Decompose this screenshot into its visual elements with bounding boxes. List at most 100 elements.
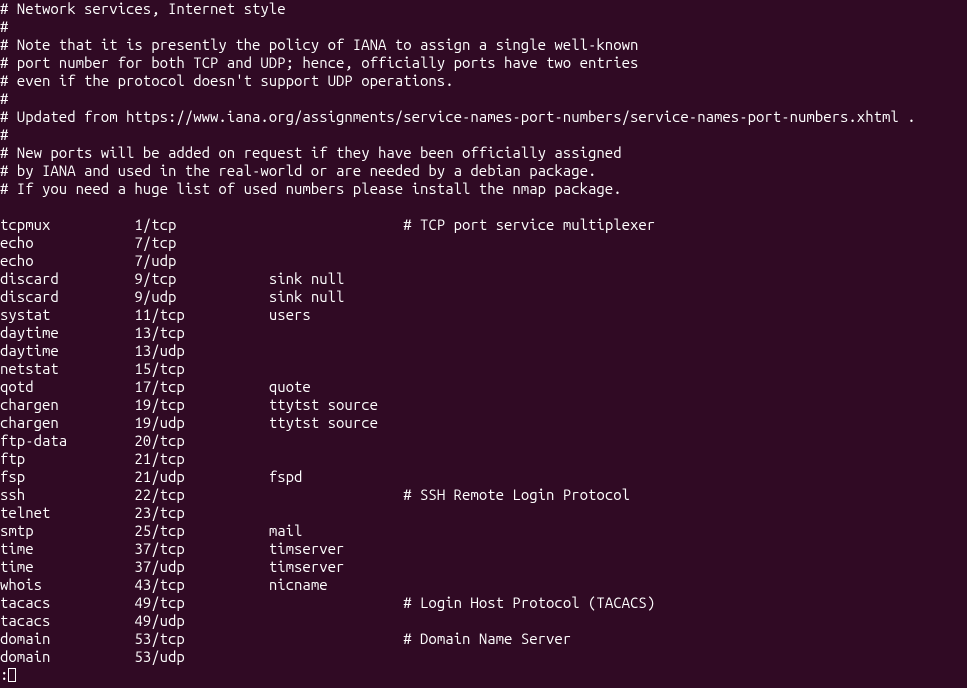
service-entry: systat 11/tcp users	[0, 306, 967, 324]
comment-line: # If you need a huge list of used number…	[0, 180, 967, 198]
service-aliases: nicname	[269, 576, 403, 593]
service-aliases	[269, 450, 403, 467]
service-port: 1/tcp	[134, 216, 268, 233]
service-name: domain	[0, 648, 134, 665]
service-entry: time 37/udp timserver	[0, 558, 967, 576]
service-aliases	[269, 342, 403, 359]
service-entry: fsp 21/udp fspd	[0, 468, 967, 486]
service-aliases: sink null	[269, 288, 403, 305]
service-entry: netstat 15/tcp	[0, 360, 967, 378]
service-name: time	[0, 558, 134, 575]
service-name: tacacs	[0, 612, 134, 629]
service-name: fsp	[0, 468, 134, 485]
service-port: 21/tcp	[134, 450, 268, 467]
service-name: qotd	[0, 378, 134, 395]
service-entry: tacacs 49/udp	[0, 612, 967, 630]
service-name: echo	[0, 234, 134, 251]
service-name: tcpmux	[0, 216, 134, 233]
service-name: whois	[0, 576, 134, 593]
comment-line	[0, 198, 967, 216]
service-aliases	[269, 234, 403, 251]
service-port: 23/tcp	[134, 504, 268, 521]
service-entry: echo 7/tcp	[0, 234, 967, 252]
service-aliases	[269, 360, 403, 377]
service-aliases: sink null	[269, 270, 403, 287]
service-name: ftp-data	[0, 432, 134, 449]
service-port: 53/tcp	[134, 630, 268, 647]
service-port: 7/udp	[134, 252, 268, 269]
service-name: discard	[0, 288, 134, 305]
service-port: 49/tcp	[134, 594, 268, 611]
pager-prompt[interactable]: :	[0, 666, 8, 684]
service-name: daytime	[0, 342, 134, 359]
service-entry: chargen 19/udp ttytst source	[0, 414, 967, 432]
service-entry: daytime 13/udp	[0, 342, 967, 360]
comment-line: # New ports will be added on request if …	[0, 144, 967, 162]
service-entry: ssh 22/tcp # SSH Remote Login Protocol	[0, 486, 967, 504]
service-entry: tcpmux 1/tcp # TCP port service multiple…	[0, 216, 967, 234]
service-comment: # SSH Remote Login Protocol	[403, 486, 630, 503]
service-port: 21/udp	[134, 468, 268, 485]
service-aliases	[269, 252, 403, 269]
comment-line: # even if the protocol doesn't support U…	[0, 72, 967, 90]
service-port: 9/tcp	[134, 270, 268, 287]
service-name: ftp	[0, 450, 134, 467]
service-name: domain	[0, 630, 134, 647]
pager-prompt-line[interactable]: :	[0, 666, 967, 684]
service-aliases: timserver	[269, 540, 403, 557]
service-aliases	[269, 324, 403, 341]
service-aliases	[269, 630, 403, 647]
service-entry: chargen 19/tcp ttytst source	[0, 396, 967, 414]
service-aliases	[269, 594, 403, 611]
service-aliases	[269, 648, 403, 665]
service-port: 7/tcp	[134, 234, 268, 251]
terminal-pager-view[interactable]: # Network services, Internet style## Not…	[0, 0, 967, 684]
service-name: chargen	[0, 414, 134, 431]
service-entry: discard 9/udp sink null	[0, 288, 967, 306]
service-entry: telnet 23/tcp	[0, 504, 967, 522]
service-entry: daytime 13/tcp	[0, 324, 967, 342]
comment-line: #	[0, 18, 967, 36]
comment-line: # by IANA and used in the real-world or …	[0, 162, 967, 180]
service-port: 9/udp	[134, 288, 268, 305]
service-entry: domain 53/udp	[0, 648, 967, 666]
service-port: 13/udp	[134, 342, 268, 359]
service-name: chargen	[0, 396, 134, 413]
service-comment: # Login Host Protocol (TACACS)	[403, 594, 655, 611]
service-aliases	[269, 216, 403, 233]
service-entry: ftp-data 20/tcp	[0, 432, 967, 450]
comment-line: # port number for both TCP and UDP; henc…	[0, 54, 967, 72]
service-entry: tacacs 49/tcp # Login Host Protocol (TAC…	[0, 594, 967, 612]
comment-line: #	[0, 126, 967, 144]
comment-line: # Network services, Internet style	[0, 0, 967, 18]
cursor	[8, 668, 16, 682]
service-port: 49/udp	[134, 612, 268, 629]
service-name: smtp	[0, 522, 134, 539]
service-entry: echo 7/udp	[0, 252, 967, 270]
service-port: 17/tcp	[134, 378, 268, 395]
service-name: telnet	[0, 504, 134, 521]
service-aliases: ttytst source	[269, 414, 403, 431]
service-aliases: timserver	[269, 558, 403, 575]
service-port: 19/tcp	[134, 396, 268, 413]
service-aliases: ttytst source	[269, 396, 403, 413]
service-port: 53/udp	[134, 648, 268, 665]
comment-line: #	[0, 90, 967, 108]
service-port: 37/tcp	[134, 540, 268, 557]
service-name: systat	[0, 306, 134, 323]
service-aliases	[269, 612, 403, 629]
service-name: time	[0, 540, 134, 557]
service-entry: whois 43/tcp nicname	[0, 576, 967, 594]
service-aliases	[269, 504, 403, 521]
service-aliases	[269, 432, 403, 449]
service-aliases: users	[269, 306, 403, 323]
service-comment: # TCP port service multiplexer	[403, 216, 655, 233]
service-name: daytime	[0, 324, 134, 341]
service-port: 13/tcp	[134, 324, 268, 341]
service-entry: domain 53/tcp # Domain Name Server	[0, 630, 967, 648]
service-aliases: fspd	[269, 468, 403, 485]
service-name: discard	[0, 270, 134, 287]
service-entry: ftp 21/tcp	[0, 450, 967, 468]
service-name: ssh	[0, 486, 134, 503]
service-port: 19/udp	[134, 414, 268, 431]
